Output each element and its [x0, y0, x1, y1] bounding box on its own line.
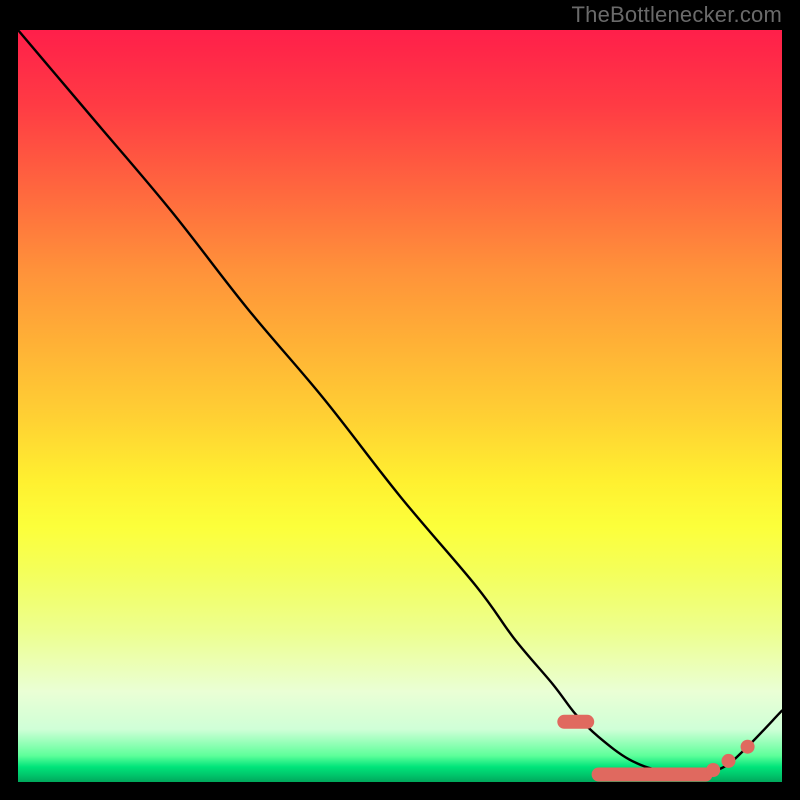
plot-svg	[18, 30, 782, 782]
chart-container: TheBottlenecker.com	[0, 0, 800, 800]
plot-area	[18, 30, 782, 782]
marker-point	[706, 763, 720, 777]
data-markers	[564, 722, 754, 777]
marker-point	[722, 754, 736, 768]
attribution-text: TheBottlenecker.com	[572, 2, 782, 28]
marker-point	[741, 740, 755, 754]
bottleneck-curve	[18, 30, 782, 775]
